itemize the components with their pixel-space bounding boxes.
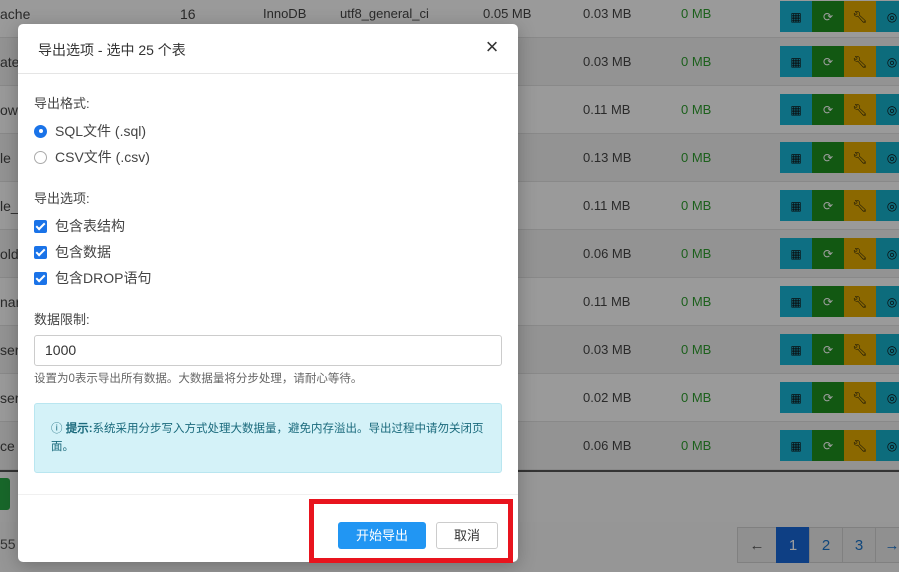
options-label: 导出选项:	[34, 191, 90, 206]
option-label: 包含表结构	[55, 218, 125, 234]
modal-footer-divider	[18, 494, 518, 495]
radio-unchecked-icon[interactable]	[34, 150, 47, 164]
radio-checked-icon[interactable]	[34, 124, 47, 138]
checkbox-checked-icon[interactable]	[34, 219, 47, 233]
checkbox-checked-icon[interactable]	[34, 245, 47, 259]
option-include-data[interactable]: 包含数据	[34, 242, 111, 262]
alert-title: 提示:	[65, 423, 93, 435]
export-options-modal: 导出选项 - 选中 25 个表 × 导出格式: SQL文件 (.sql) CSV…	[18, 24, 518, 562]
format-option-sql[interactable]: SQL文件 (.sql)	[34, 121, 146, 141]
option-label: 包含数据	[55, 244, 111, 260]
info-icon: ⓘ	[51, 423, 63, 435]
info-alert: ⓘ 提示:系统采用分步写入方式处理大数据量，避免内存溢出。导出过程中请勿关闭页面…	[34, 403, 502, 473]
modal-title: 导出选项 - 选中 25 个表	[38, 42, 186, 58]
close-icon[interactable]: ×	[480, 36, 504, 60]
highlight-box	[309, 499, 513, 563]
option-include-drop[interactable]: 包含DROP语句	[34, 268, 151, 288]
modal-header: 导出选项 - 选中 25 个表 ×	[18, 24, 518, 74]
limit-label: 数据限制:	[34, 312, 90, 327]
checkbox-checked-icon[interactable]	[34, 271, 47, 285]
format-option-label: CSV文件 (.csv)	[55, 149, 150, 165]
format-option-label: SQL文件 (.sql)	[55, 123, 147, 139]
data-limit-input[interactable]: 1000	[34, 335, 502, 366]
limit-help-text: 设置为0表示导出所有数据。大数据量将分步处理，请耐心等待。	[34, 373, 363, 385]
option-label: 包含DROP语句	[55, 270, 152, 286]
alert-text: 系统采用分步写入方式处理大数据量，避免内存溢出。导出过程中请勿关闭页面。	[51, 423, 484, 453]
format-option-csv[interactable]: CSV文件 (.csv)	[34, 147, 150, 167]
format-label: 导出格式:	[34, 96, 90, 111]
option-include-structure[interactable]: 包含表结构	[34, 216, 125, 236]
